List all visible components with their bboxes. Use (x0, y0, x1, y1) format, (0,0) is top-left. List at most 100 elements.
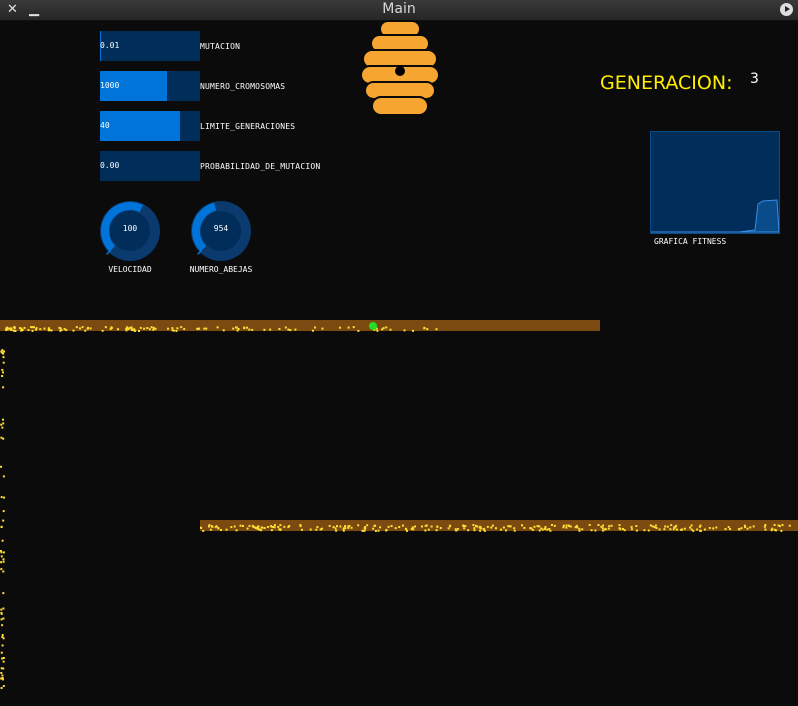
bee (2, 356, 5, 359)
bee (350, 526, 353, 529)
bee (507, 525, 510, 528)
bee (435, 328, 438, 331)
bee (84, 329, 87, 332)
bee (698, 525, 701, 528)
bee (154, 327, 157, 330)
bee (390, 525, 393, 527)
bee (491, 524, 494, 527)
bee (14, 330, 17, 332)
bee (763, 525, 766, 528)
bee (202, 529, 205, 532)
bee (2, 667, 5, 670)
bee (284, 326, 287, 329)
bee (347, 326, 350, 329)
bee (473, 529, 476, 532)
bee (246, 527, 249, 530)
bee (332, 526, 335, 529)
bee (664, 525, 667, 528)
bee (217, 527, 220, 530)
bee (13, 326, 16, 329)
bee (603, 528, 606, 531)
bee (283, 525, 286, 528)
bee (30, 326, 33, 328)
bee (618, 527, 621, 530)
bee (536, 525, 539, 528)
bee (263, 328, 266, 331)
bee (374, 530, 377, 532)
bee (2, 570, 5, 573)
bee (663, 528, 666, 531)
bee (230, 526, 233, 529)
bee (2, 361, 5, 364)
bee (233, 525, 236, 528)
bee (529, 527, 532, 530)
bee (10, 329, 13, 331)
bee (126, 326, 129, 329)
bee (602, 524, 604, 527)
bee (435, 529, 438, 532)
bee (12, 329, 15, 332)
bee (2, 422, 5, 425)
bee (2, 657, 5, 659)
bee (610, 524, 613, 527)
bee (176, 327, 179, 330)
bee (288, 525, 291, 527)
bee (278, 328, 281, 330)
bee (740, 527, 743, 530)
bee (546, 528, 549, 531)
bee (635, 529, 638, 532)
bee (562, 524, 565, 527)
bee (47, 328, 50, 331)
bee (479, 525, 482, 528)
bee (269, 525, 272, 528)
bee (509, 525, 512, 528)
bee (513, 527, 516, 530)
bee (575, 524, 578, 527)
bee (594, 529, 597, 532)
bee (533, 525, 536, 528)
bee (0, 568, 3, 571)
bee (50, 329, 53, 332)
bee (235, 326, 238, 329)
bee (1, 375, 4, 377)
bee (287, 328, 290, 331)
bee (133, 328, 136, 331)
bee (357, 329, 360, 332)
bee (581, 528, 584, 531)
bee (403, 329, 406, 332)
bee (653, 526, 656, 529)
bee (608, 525, 611, 528)
bee (316, 526, 319, 528)
bee (261, 526, 264, 529)
bee (150, 326, 153, 329)
bee (549, 529, 552, 532)
bee (334, 527, 337, 530)
bee (788, 524, 791, 527)
bee (0, 423, 3, 426)
bee (696, 528, 699, 531)
bee (256, 525, 259, 528)
bee (423, 327, 426, 330)
bee (1, 657, 4, 660)
bee (690, 524, 693, 527)
bee (1, 634, 4, 636)
bee (167, 327, 169, 330)
bee (273, 524, 276, 527)
bee (314, 326, 316, 329)
bee (2, 558, 5, 561)
bee (744, 526, 747, 529)
bee (197, 327, 200, 330)
bee (630, 528, 633, 531)
bee (531, 528, 534, 531)
bee (424, 524, 427, 527)
bee (703, 528, 706, 531)
bee (2, 617, 5, 620)
bee (462, 525, 465, 528)
bee (336, 525, 338, 528)
bee (246, 326, 248, 329)
bee (781, 524, 784, 526)
bee (727, 526, 730, 529)
bee (175, 330, 178, 332)
bee (237, 328, 240, 330)
bee (1, 674, 4, 677)
